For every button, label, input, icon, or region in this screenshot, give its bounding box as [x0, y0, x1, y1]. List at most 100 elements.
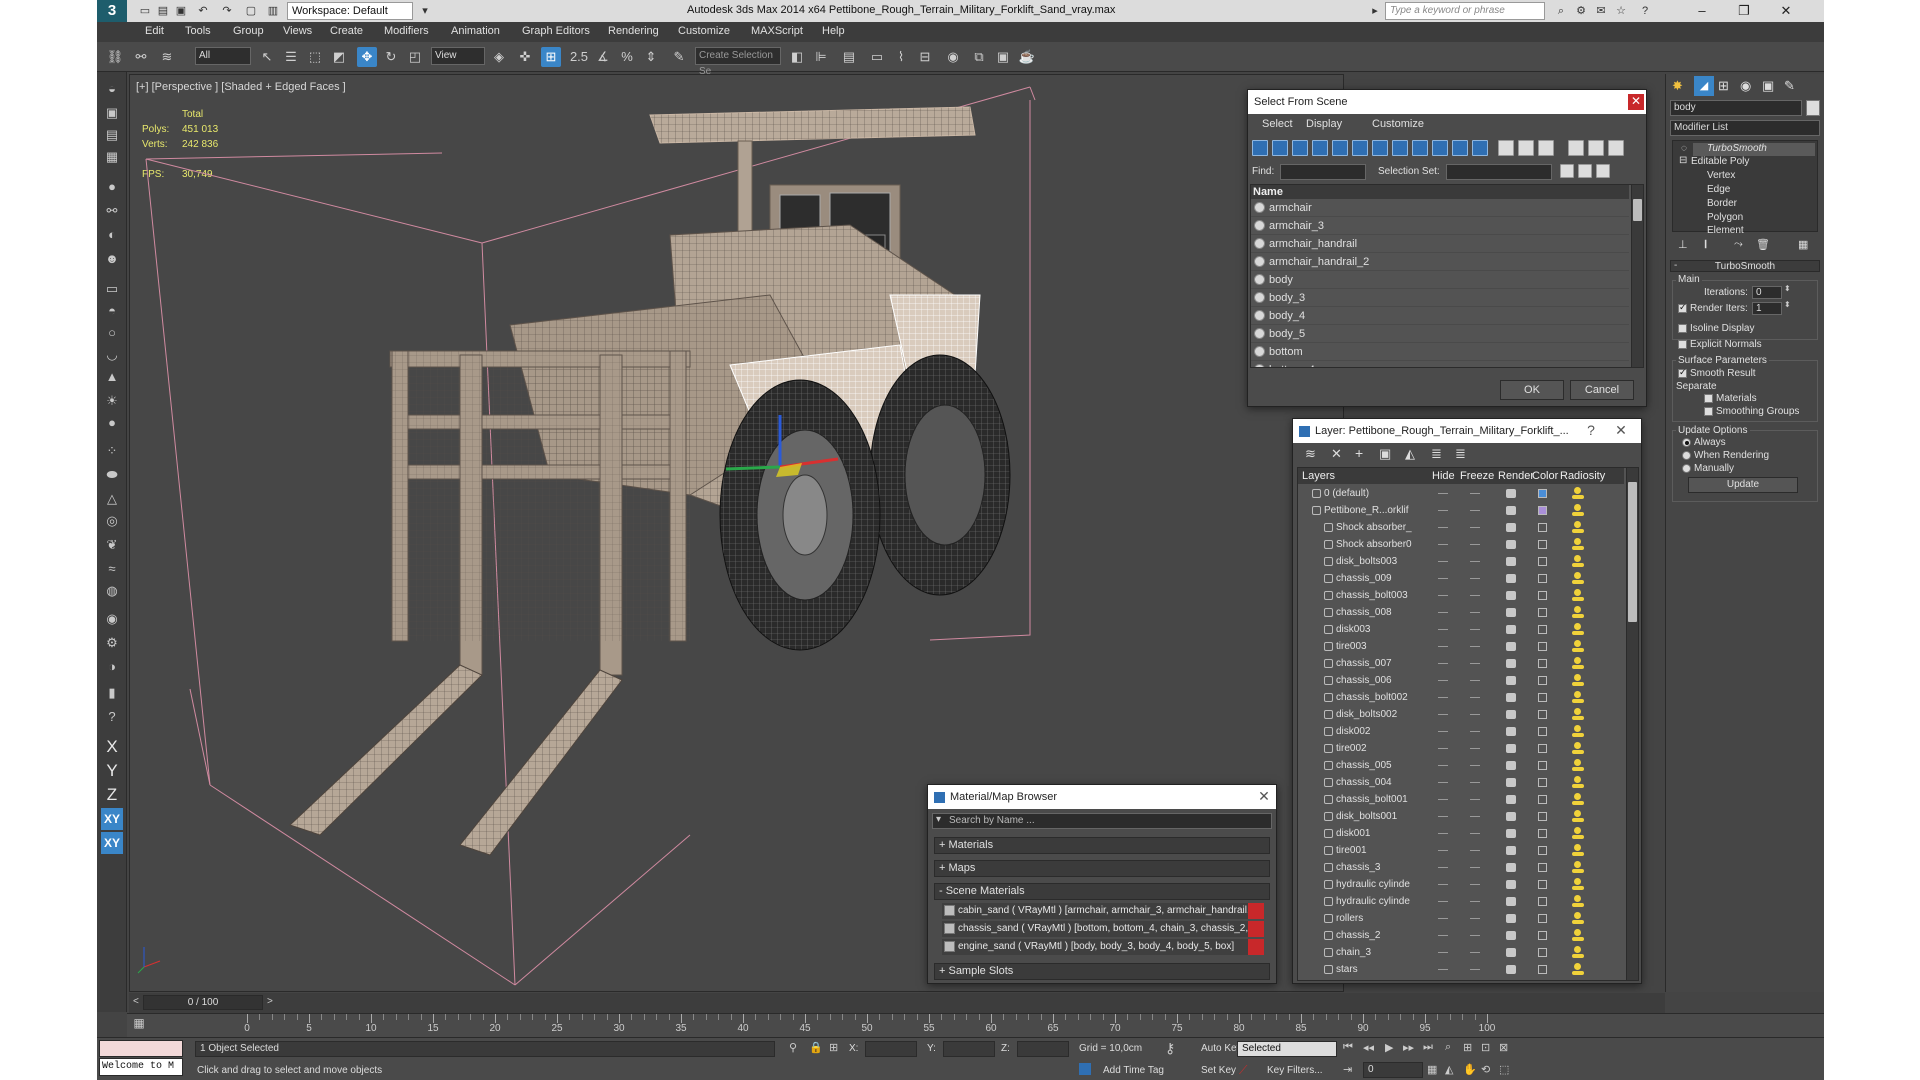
favorites-icon[interactable]: ☆: [1613, 3, 1629, 19]
layer-color-swatch[interactable]: [1538, 489, 1547, 498]
hide-toggle[interactable]: [1438, 918, 1448, 919]
named-selection-set-dropdown[interactable]: Create Selection Se: [695, 47, 781, 77]
configure-modifier-sets-icon[interactable]: ▦: [1798, 238, 1808, 251]
create-tab-icon[interactable]: ✸: [1672, 78, 1683, 94]
sfs-scrollbar[interactable]: [1631, 185, 1643, 367]
display-groups-icon[interactable]: [1372, 140, 1388, 156]
stack-turbosmooth[interactable]: TurboSmooth: [1693, 143, 1815, 156]
hide-toggle[interactable]: [1438, 731, 1448, 732]
stack-element[interactable]: Element: [1707, 225, 1744, 236]
layer-object-row[interactable]: Shock absorber_: [1298, 519, 1624, 536]
col-render[interactable]: Render: [1498, 470, 1534, 482]
render-toggle-icon[interactable]: [1506, 795, 1516, 804]
menu-views[interactable]: Views: [283, 25, 312, 37]
sphere-icon[interactable]: ○: [101, 322, 123, 344]
always-radio[interactable]: [1682, 438, 1691, 447]
time-slider[interactable]: < 0 / 100 >: [129, 993, 1665, 1013]
render-toggle-icon[interactable]: [1506, 829, 1516, 838]
freeze-toggle[interactable]: [1470, 952, 1480, 953]
key-mode-toggle-icon[interactable]: ⇥: [1343, 1063, 1352, 1076]
hide-toggle[interactable]: [1438, 901, 1448, 902]
separate-materials-checkbox[interactable]: [1704, 394, 1713, 403]
material-item[interactable]: cabin_sand ( VRayMtl ) [armchair, armcha…: [942, 903, 1264, 919]
list-item[interactable]: body_5: [1251, 325, 1629, 343]
redo-icon[interactable]: ↷: [219, 3, 235, 19]
helper-icon[interactable]: △: [101, 488, 123, 510]
sfs-menu-select[interactable]: Select: [1262, 118, 1293, 130]
layer-color-swatch[interactable]: [1538, 642, 1547, 651]
render-toggle-icon[interactable]: [1506, 948, 1516, 957]
hide-toggle[interactable]: [1438, 765, 1448, 766]
render-toggle-icon[interactable]: [1506, 846, 1516, 855]
freeze-toggle[interactable]: [1470, 748, 1480, 749]
layer-row-forklift[interactable]: Pettibone_R...orklif: [1298, 502, 1624, 519]
link-icon[interactable]: ⛓: [105, 47, 125, 67]
spinner-arrows-icon[interactable]: ⬍: [1784, 284, 1791, 293]
spinner-arrows-icon[interactable]: ⬍: [1784, 300, 1791, 309]
selection-set-edit-icon[interactable]: [1596, 164, 1610, 178]
menu-tools[interactable]: Tools: [185, 25, 211, 37]
keyboard-shortcut-override-icon[interactable]: ⊞: [541, 47, 561, 67]
freeze-toggle[interactable]: [1470, 663, 1480, 664]
mirror-icon[interactable]: ◧: [787, 47, 807, 67]
freeze-toggle[interactable]: [1470, 561, 1480, 562]
select-manipulate-icon[interactable]: ✜: [515, 47, 535, 67]
list-item[interactable]: armchair_handrail: [1251, 235, 1629, 253]
render-toggle-icon[interactable]: [1506, 489, 1516, 498]
separate-smoothing-groups-checkbox[interactable]: [1704, 407, 1713, 416]
render-toggle-icon[interactable]: [1506, 540, 1516, 549]
stack-polygon[interactable]: Polygon: [1707, 212, 1743, 223]
stack-vertex[interactable]: Vertex: [1707, 170, 1735, 181]
pan-icon[interactable]: ✋: [1463, 1063, 1477, 1076]
freeze-toggle[interactable]: [1470, 884, 1480, 885]
sort-icon[interactable]: [1588, 140, 1604, 156]
hide-toggle[interactable]: [1438, 799, 1448, 800]
freeze-toggle[interactable]: [1470, 782, 1480, 783]
radiosity-icon[interactable]: [1572, 521, 1584, 534]
select-and-rotate-icon[interactable]: ↻: [381, 47, 401, 67]
make-unique-icon[interactable]: ⤳: [1734, 238, 1743, 251]
freeze-toggle[interactable]: [1470, 595, 1480, 596]
lock-selection-icon[interactable]: 🔒: [809, 1041, 823, 1054]
particles-icon[interactable]: ⁘: [101, 440, 123, 462]
key-filters-button[interactable]: Key Filters...: [1267, 1065, 1323, 1076]
radiosity-icon[interactable]: [1572, 776, 1584, 789]
display-geometry-icon[interactable]: [1252, 140, 1268, 156]
display-spacewarps-icon[interactable]: [1352, 140, 1368, 156]
freeze-toggle[interactable]: [1470, 969, 1480, 970]
axis-z-button[interactable]: Z: [101, 784, 123, 806]
bind-space-warp-icon[interactable]: ≋: [157, 47, 177, 67]
auto-key-button[interactable]: Auto Key: [1201, 1043, 1242, 1054]
render-toggle-icon[interactable]: [1506, 761, 1516, 770]
col-radiosity[interactable]: Radiosity: [1560, 470, 1605, 482]
menu-create[interactable]: Create: [330, 25, 363, 37]
radiosity-icon[interactable]: [1572, 572, 1584, 585]
stack-border[interactable]: Border: [1707, 198, 1737, 209]
search-arrow-icon[interactable]: ▸: [1367, 3, 1383, 19]
close-icon[interactable]: ✕: [1613, 423, 1629, 439]
render-toggle-icon[interactable]: [1506, 625, 1516, 634]
name-column-header[interactable]: Name: [1251, 185, 1629, 199]
window-crossing-icon[interactable]: ◩: [329, 47, 349, 67]
menu-graph-editors[interactable]: Graph Editors: [522, 25, 590, 37]
hold-icon[interactable]: ▢: [243, 3, 259, 19]
graphite-ribbon-icon[interactable]: ▭: [867, 47, 887, 67]
freeze-toggle[interactable]: [1470, 527, 1480, 528]
layer-freeze-all-icon[interactable]: ≣: [1455, 446, 1466, 462]
radiosity-icon[interactable]: [1572, 504, 1584, 517]
hide-toggle[interactable]: [1438, 952, 1448, 953]
layer-object-row[interactable]: chassis_004: [1298, 774, 1624, 791]
layer-object-row[interactable]: chassis_006: [1298, 672, 1624, 689]
radiosity-icon[interactable]: [1572, 606, 1584, 619]
radiosity-icon[interactable]: [1572, 742, 1584, 755]
explicit-normals-checkbox[interactable]: [1678, 340, 1687, 349]
edit-named-selection-icon[interactable]: ✎: [669, 47, 689, 67]
layer-color-swatch[interactable]: [1538, 761, 1547, 770]
render-toggle-icon[interactable]: [1506, 744, 1516, 753]
gear-icon[interactable]: ⚙: [101, 632, 123, 654]
freeze-toggle[interactable]: [1470, 578, 1480, 579]
col-color[interactable]: Color: [1532, 470, 1558, 482]
layer-color-swatch[interactable]: [1538, 727, 1547, 736]
axis-y-button[interactable]: Y: [101, 760, 123, 782]
layer-color-swatch[interactable]: [1538, 540, 1547, 549]
